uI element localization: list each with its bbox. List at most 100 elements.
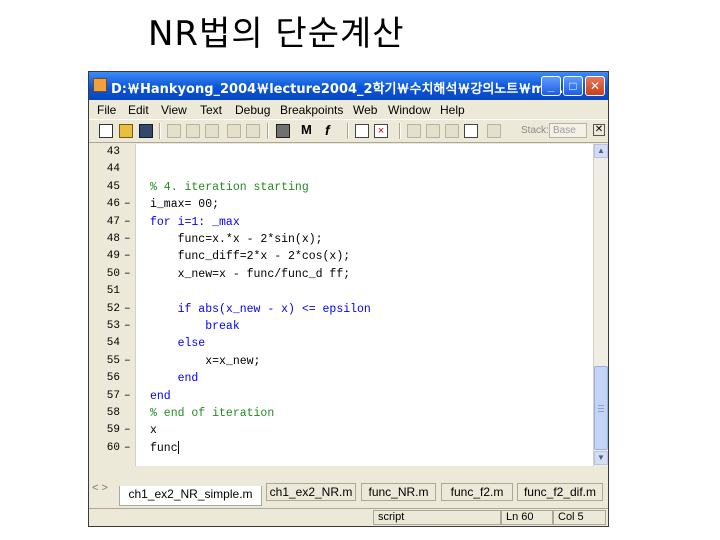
menu-view[interactable]: View bbox=[161, 103, 187, 117]
save-icon[interactable] bbox=[139, 124, 153, 138]
breakpoint-marker[interactable]: – bbox=[124, 266, 131, 283]
window-titlebar[interactable]: D:￦Hankyong_2004￦lecture2004_2학기￦수치해석￦강의… bbox=[89, 72, 608, 100]
scroll-down-icon[interactable]: ▼ bbox=[594, 451, 608, 465]
code-text: for i=1: _max bbox=[150, 215, 240, 229]
menu-web[interactable]: Web bbox=[353, 103, 377, 117]
function-icon[interactable]: f bbox=[325, 123, 339, 138]
exit-debug-icon[interactable] bbox=[487, 124, 501, 138]
code-text: i_max= 00; bbox=[150, 198, 220, 212]
step-out-icon[interactable] bbox=[445, 124, 459, 138]
close-document-icon[interactable]: ✕ bbox=[593, 124, 605, 136]
window-title: D:￦Hankyong_2004￦lecture2004_2학기￦수치해석￦강의… bbox=[111, 82, 569, 97]
status-bar: script Ln 60 Col 5 bbox=[89, 508, 608, 526]
code-line[interactable]: 47– for i=1: _max bbox=[90, 214, 593, 231]
line-number: 44 bbox=[106, 163, 120, 176]
line-number: 49 bbox=[106, 250, 120, 263]
code-text: x bbox=[150, 424, 157, 438]
code-line[interactable]: 60– func bbox=[90, 440, 593, 457]
tab-scroll-arrows[interactable]: < > bbox=[92, 482, 108, 494]
text-cursor bbox=[177, 441, 179, 455]
open-folder-icon[interactable] bbox=[119, 124, 133, 138]
code-text: end bbox=[150, 389, 171, 403]
cut-icon[interactable] bbox=[167, 124, 181, 138]
toolbar: M f × Stack: Base ✕ bbox=[89, 119, 608, 143]
menu-text[interactable]: Text bbox=[200, 103, 222, 117]
code-line[interactable]: 44 bbox=[90, 161, 593, 178]
matlab-editor-icon bbox=[93, 78, 107, 92]
breakpoint-marker[interactable]: – bbox=[124, 353, 131, 370]
line-number: 47 bbox=[106, 215, 120, 228]
code-line[interactable]: 45 % 4. iteration starting bbox=[90, 179, 593, 196]
breakpoint-marker[interactable]: – bbox=[124, 248, 131, 265]
scroll-up-icon[interactable]: ▲ bbox=[594, 144, 608, 158]
vertical-scrollbar[interactable]: ▲ ▼ bbox=[593, 144, 608, 466]
copy-icon[interactable] bbox=[186, 124, 200, 138]
step-icon[interactable] bbox=[407, 124, 421, 138]
breakpoint-marker[interactable]: – bbox=[124, 214, 131, 231]
toolbar-separator bbox=[159, 123, 161, 139]
tab-ch1-ex2-nr-simple[interactable]: ch1_ex2_NR_simple.m bbox=[119, 486, 262, 506]
breakpoint-marker[interactable]: – bbox=[124, 440, 131, 457]
maximize-button[interactable]: □ bbox=[563, 76, 583, 96]
code-text: end bbox=[150, 372, 199, 386]
continue-icon[interactable] bbox=[464, 124, 478, 138]
line-number: 55 bbox=[106, 354, 120, 367]
breakpoint-marker[interactable]: – bbox=[124, 422, 131, 439]
stack-label: Stack: bbox=[521, 125, 549, 136]
print-icon[interactable] bbox=[276, 124, 290, 138]
code-line[interactable]: 56 end bbox=[90, 370, 593, 387]
line-number: 52 bbox=[106, 302, 120, 315]
breakpoint-marker[interactable]: – bbox=[124, 301, 131, 318]
code-line[interactable]: 48– func=x.*x - 2*sin(x); bbox=[90, 231, 593, 248]
set-breakpoint-icon[interactable] bbox=[355, 124, 369, 138]
scroll-thumb[interactable] bbox=[594, 366, 608, 450]
new-file-icon[interactable] bbox=[99, 124, 113, 138]
menu-debug[interactable]: Debug bbox=[235, 103, 270, 117]
minimize-button[interactable]: _ bbox=[541, 76, 561, 96]
code-editor[interactable]: 43 44 45% 4. iteration starting 46– i_max= 0… bbox=[90, 144, 593, 466]
menu-file[interactable]: File bbox=[97, 103, 116, 117]
code-line[interactable]: 57– end bbox=[90, 388, 593, 405]
code-line[interactable]: 50– x_new=x - func/func_d ff; bbox=[90, 266, 593, 283]
breakpoint-marker[interactable]: – bbox=[124, 318, 131, 335]
step-in-icon[interactable] bbox=[426, 124, 440, 138]
code-line[interactable]: 55– x=x_new; bbox=[90, 353, 593, 370]
line-number: 48 bbox=[106, 233, 120, 245]
code-line[interactable]: 59– x bbox=[90, 422, 593, 439]
menu-breakpoints[interactable]: Breakpoints bbox=[280, 103, 343, 117]
redo-icon[interactable] bbox=[246, 124, 260, 138]
code-line[interactable]: 53– break bbox=[90, 318, 593, 335]
code-line[interactable]: 54 else bbox=[90, 335, 593, 352]
breakpoint-marker[interactable]: – bbox=[124, 231, 131, 248]
stack-dropdown[interactable]: Base bbox=[549, 123, 587, 138]
line-number: 45 bbox=[106, 180, 120, 193]
code-line[interactable]: 43 bbox=[90, 144, 593, 161]
code-text: func=x.*x - 2*sin(x); bbox=[150, 233, 323, 246]
code-text: x=x_new; bbox=[150, 354, 261, 368]
line-number: 53 bbox=[106, 320, 120, 332]
paste-icon[interactable] bbox=[205, 124, 219, 138]
undo-icon[interactable] bbox=[227, 124, 241, 138]
menu-help[interactable]: Help bbox=[440, 103, 465, 117]
tab-func-f2-dif[interactable]: func_f2_dif.m bbox=[517, 483, 603, 501]
code-line[interactable]: 46– i_max= 00; bbox=[90, 196, 593, 213]
line-number: 51 bbox=[106, 285, 120, 298]
clear-breakpoints-icon[interactable]: × bbox=[374, 124, 388, 138]
breakpoint-marker[interactable]: – bbox=[124, 388, 131, 405]
code-text: break bbox=[150, 320, 240, 333]
code-line[interactable]: 49– func_diff=2*x - 2*cos(x); bbox=[90, 248, 593, 265]
line-number: 57 bbox=[106, 389, 120, 402]
tab-ch1-ex2-nr[interactable]: ch1_ex2_NR.m bbox=[266, 483, 356, 501]
code-line[interactable]: 58 % end of iteration bbox=[90, 405, 593, 422]
find-icon[interactable]: M bbox=[301, 123, 315, 138]
tab-func-f2[interactable]: func_f2.m bbox=[441, 483, 513, 501]
close-button[interactable]: ✕ bbox=[585, 76, 605, 96]
code-line[interactable]: 52– if abs(x_new - x) <= epsilon bbox=[90, 301, 593, 318]
tab-func-nr[interactable]: func_NR.m bbox=[361, 483, 436, 501]
menu-window[interactable]: Window bbox=[388, 103, 431, 117]
breakpoint-marker[interactable]: – bbox=[124, 196, 131, 213]
line-number: 59 bbox=[106, 424, 120, 437]
code-line[interactable]: 51 bbox=[90, 283, 593, 300]
line-number: 54 bbox=[106, 337, 120, 350]
menu-edit[interactable]: Edit bbox=[128, 103, 149, 117]
